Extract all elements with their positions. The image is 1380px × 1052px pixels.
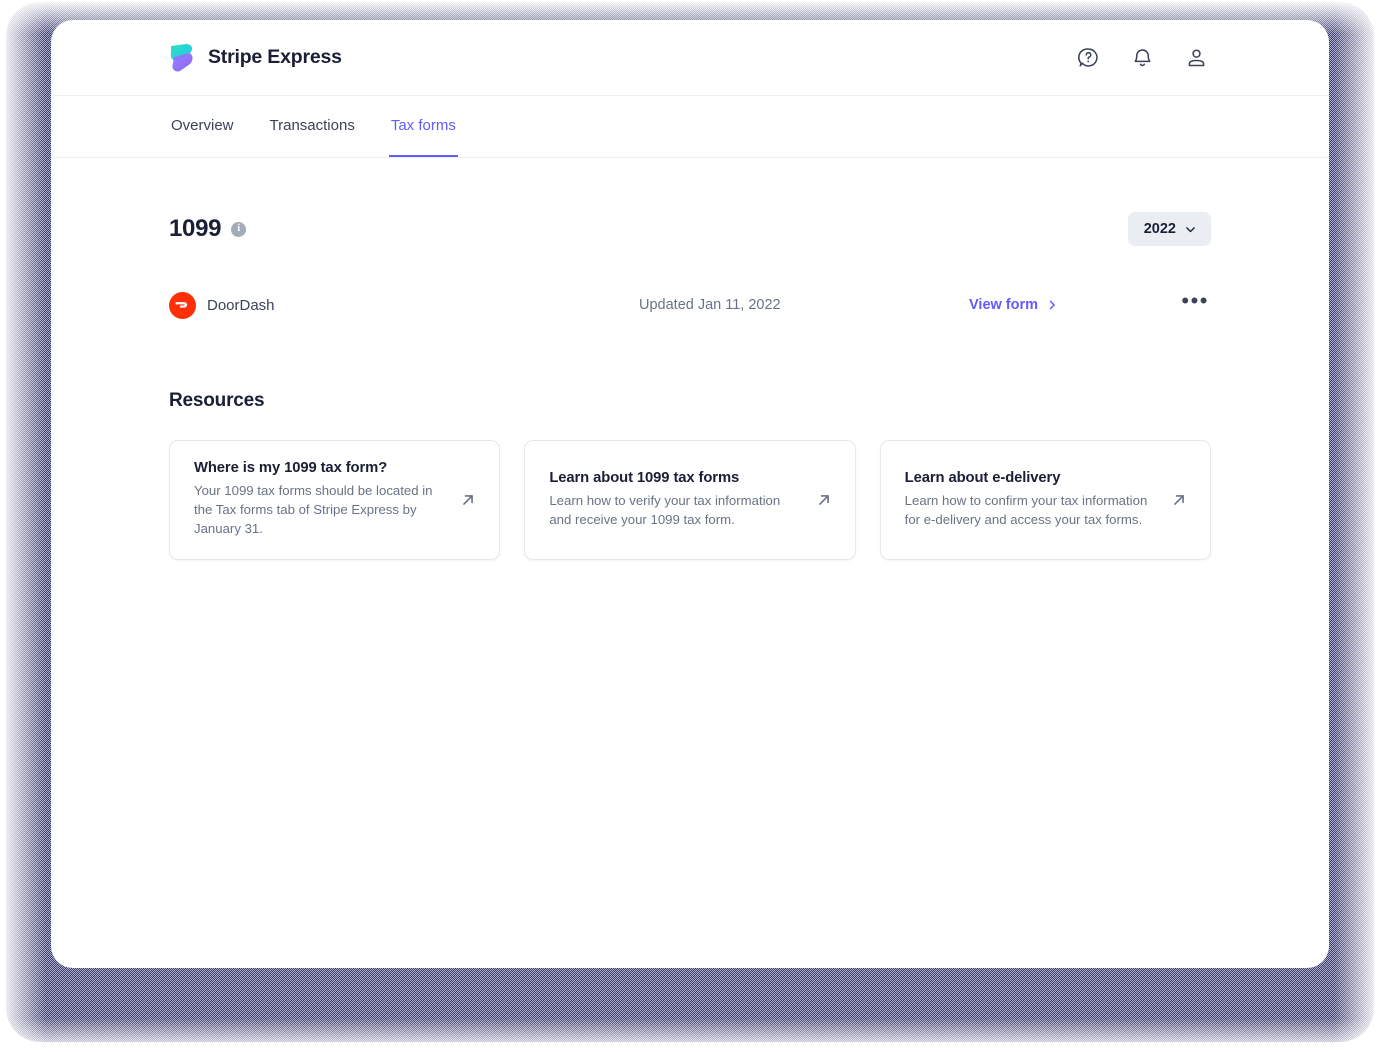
view-form-label: View form — [969, 297, 1039, 313]
resource-card-title: Where is my 1099 tax form? — [194, 460, 388, 477]
year-select[interactable]: 2022 — [1127, 212, 1211, 246]
resource-card-description: Learn how to confirm your tax informatio… — [904, 492, 1148, 527]
resource-card-where-is-my-1099[interactable]: Where is my 1099 tax form? Your 1099 tax… — [169, 440, 501, 560]
section-header: 1099 i 2022 — [169, 158, 1211, 246]
help-button[interactable] — [1075, 45, 1101, 71]
tab-transactions[interactable]: Transactions — [268, 96, 357, 157]
tab-tax-forms[interactable]: Tax forms — [388, 96, 458, 157]
updated-date: Updated Jan 11, 2022 — [639, 297, 781, 313]
tab-bar: Overview Transactions Tax forms — [51, 96, 1329, 158]
resource-card-title: Learn about 1099 tax forms — [549, 469, 740, 486]
brand-logo[interactable]: Stripe Express — [169, 43, 342, 73]
bell-icon — [1134, 49, 1150, 67]
help-circle-icon — [1077, 48, 1098, 67]
view-form-link[interactable]: View form — [969, 297, 1119, 313]
page-title-group: 1099 i — [169, 215, 247, 243]
tab-overview[interactable]: Overview — [169, 96, 236, 157]
app-window: Stripe Express Overview Transactions Tax… — [51, 20, 1329, 968]
page-root: Stripe Express Overview Transactions Tax… — [0, 0, 1380, 1052]
resource-card-body: Where is my 1099 tax form? Your 1099 tax… — [194, 460, 445, 538]
resource-card-body: Learn about e-delivery Learn how to conf… — [905, 470, 1156, 529]
payer-name: DoorDash — [207, 296, 275, 314]
main-content: 1099 i 2022 DoorDash Updated Jan 11, 202… — [51, 158, 1329, 560]
top-bar: Stripe Express — [51, 20, 1329, 96]
row-overflow-menu-button[interactable]: ••• — [1179, 290, 1211, 314]
chevron-down-icon — [1186, 226, 1195, 232]
account-button[interactable] — [1183, 45, 1209, 71]
resource-card-description: Your 1099 tax forms should be located in… — [194, 483, 433, 536]
external-link-arrow-icon — [463, 494, 474, 505]
info-icon[interactable]: i — [231, 221, 247, 237]
resource-card-learn-e-delivery[interactable]: Learn about e-delivery Learn how to conf… — [879, 440, 1211, 560]
resource-card-title: Learn about e-delivery — [904, 469, 1061, 486]
brand-name: Stripe Express — [208, 46, 342, 68]
external-link-arrow-icon — [1174, 494, 1184, 505]
year-select-value: 2022 — [1143, 221, 1176, 237]
resources-heading: Resources — [169, 390, 265, 411]
resource-card-description: Learn how to verify your tax information… — [549, 492, 781, 527]
payer-cell: DoorDash — [169, 291, 639, 319]
chevron-right-icon — [1049, 300, 1055, 310]
resource-card-learn-1099-tax-forms[interactable]: Learn about 1099 tax forms Learn how to … — [524, 440, 856, 560]
doordash-glyph-icon — [175, 302, 188, 308]
page-title: 1099 — [169, 215, 222, 242]
stripe-express-logo-icon — [170, 43, 193, 71]
notifications-button[interactable] — [1129, 45, 1155, 71]
tax-form-row: DoorDash Updated Jan 11, 2022 View form … — [169, 288, 1211, 322]
user-icon — [1188, 49, 1204, 67]
external-link-arrow-icon — [818, 494, 829, 505]
top-bar-actions — [1075, 45, 1209, 71]
resource-card-body: Learn about 1099 tax forms Learn how to … — [549, 470, 800, 529]
doordash-logo-icon — [169, 291, 196, 319]
resource-cards: Where is my 1099 tax form? Your 1099 tax… — [169, 440, 1211, 560]
